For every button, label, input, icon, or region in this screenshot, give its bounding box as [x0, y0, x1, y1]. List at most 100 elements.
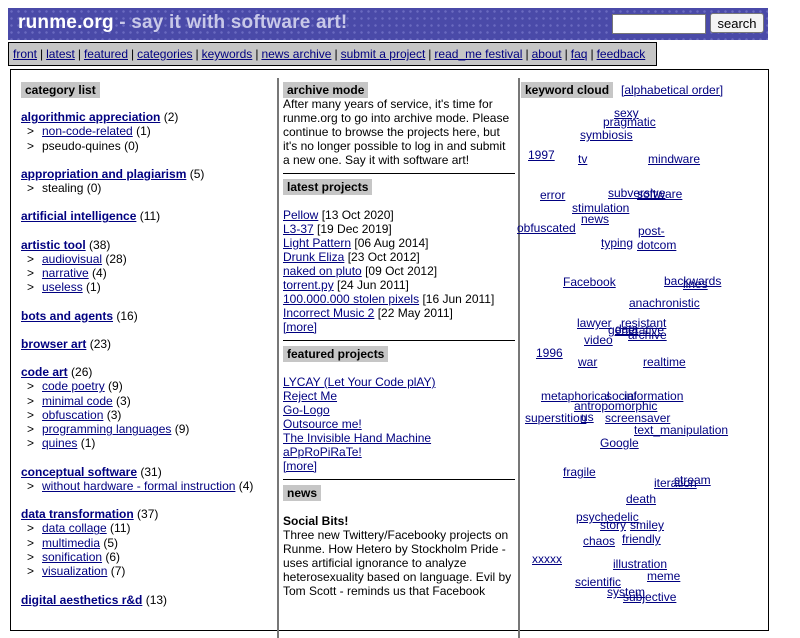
- keyword-link[interactable]: Google: [600, 436, 639, 450]
- category-item: artistic tool (38): [21, 238, 110, 252]
- featured-project-link[interactable]: aPpRoPiRaTe!: [283, 445, 362, 459]
- keyword-link[interactable]: realtime: [643, 355, 686, 369]
- news-text: Three new Twittery/Facebooky projects on…: [283, 528, 512, 598]
- keyword-link[interactable]: friendly: [622, 532, 661, 546]
- featured-project-link[interactable]: LYCAY (Let Your Code plAY): [283, 375, 436, 389]
- keyword-link[interactable]: fragile: [563, 465, 596, 479]
- featured-project-link[interactable]: Reject Me: [283, 389, 337, 403]
- subcategory-link[interactable]: data collage: [42, 521, 107, 535]
- subcategory-arrow: >: [27, 393, 35, 408]
- keyword-link[interactable]: software: [637, 187, 682, 201]
- keyword-link[interactable]: video: [584, 333, 613, 347]
- category-link[interactable]: code art: [21, 365, 68, 379]
- keyword-link[interactable]: subjective: [623, 590, 676, 604]
- alphabetical-order-link[interactable]: [alphabetical order]: [621, 83, 723, 97]
- subcategory-item: > sonification (6): [27, 550, 120, 564]
- subcategory-link[interactable]: narrative: [42, 266, 89, 280]
- site-logo[interactable]: runme.org - say it with software art!: [18, 12, 347, 34]
- subcategory-link[interactable]: without hardware - formal instruction: [42, 479, 235, 493]
- category-link[interactable]: browser art: [21, 337, 86, 351]
- nav-link-keywords[interactable]: keywords: [202, 47, 253, 61]
- category-link[interactable]: conceptual software: [21, 465, 137, 479]
- keyword-link[interactable]: generative: [608, 323, 664, 337]
- keyword-link[interactable]: mindware: [648, 152, 700, 166]
- keyword-link[interactable]: 1997: [528, 148, 555, 162]
- search-input[interactable]: [612, 14, 706, 34]
- nav-link-read-me-festival[interactable]: read_me festival: [434, 47, 522, 61]
- keyword-link[interactable]: 1996: [536, 346, 563, 360]
- keyword-link[interactable]: symbiosis: [580, 128, 633, 142]
- category-count: (26): [67, 365, 93, 379]
- nav-link-faq[interactable]: faq: [571, 47, 588, 61]
- subcategory-item: > visualization (7): [27, 564, 125, 578]
- keyword-link[interactable]: post-: [638, 224, 665, 238]
- subcategory-link[interactable]: visualization: [42, 564, 107, 578]
- subcategory-link[interactable]: audiovisual: [42, 252, 102, 266]
- category-link[interactable]: bots and agents: [21, 309, 113, 323]
- keyword-link[interactable]: superstition: [525, 411, 586, 425]
- category-link[interactable]: algorithmic appreciation: [21, 110, 160, 124]
- featured-project-link[interactable]: Outsource me!: [283, 417, 362, 431]
- nav-link-categories[interactable]: categories: [137, 47, 192, 61]
- keyword-link[interactable]: lawyer: [577, 316, 612, 330]
- keyword-link[interactable]: dotcom: [637, 238, 676, 252]
- nav-link-latest[interactable]: latest: [46, 47, 75, 61]
- keyword-link[interactable]: meme: [647, 569, 680, 583]
- keyword-link[interactable]: us: [581, 410, 594, 424]
- keyword-link[interactable]: iteration: [654, 476, 697, 490]
- subcategory-link[interactable]: multimedia: [42, 536, 100, 550]
- category-link[interactable]: data transformation: [21, 507, 134, 521]
- subcategory-link[interactable]: useless: [42, 280, 83, 294]
- subcategory-link[interactable]: minimal code: [42, 394, 113, 408]
- keyword-link[interactable]: anachronistic: [629, 296, 700, 310]
- featured-project-link[interactable]: The Invisible Hand Machine: [283, 431, 431, 445]
- search-button[interactable]: search: [710, 13, 764, 33]
- subcategory-link[interactable]: sonification: [42, 550, 102, 564]
- latest-project-link[interactable]: Pellow: [283, 208, 318, 222]
- keyword-link[interactable]: chaos: [583, 534, 615, 548]
- latest-more-link[interactable]: [more]: [283, 320, 317, 334]
- nav-link-news-archive[interactable]: news archive: [261, 47, 331, 61]
- category-link[interactable]: artificial intelligence: [21, 209, 136, 223]
- latest-project-link[interactable]: Light Pattern: [283, 236, 351, 250]
- keyword-link[interactable]: xxxxx: [532, 552, 562, 566]
- nav-link-front[interactable]: front: [13, 47, 37, 61]
- category-link[interactable]: artistic tool: [21, 238, 86, 252]
- keyword-link[interactable]: tv: [578, 152, 587, 166]
- keyword-link[interactable]: lines: [683, 277, 708, 291]
- nav-link-featured[interactable]: featured: [84, 47, 128, 61]
- latest-project-link[interactable]: naked on pluto: [283, 264, 362, 278]
- keyword-link[interactable]: error: [540, 188, 565, 202]
- subcategory-link[interactable]: programming languages: [42, 422, 171, 436]
- keyword-link[interactable]: smiley: [630, 518, 664, 532]
- keyword-link[interactable]: story: [600, 518, 626, 532]
- latest-project-link[interactable]: torrent.py: [283, 278, 334, 292]
- keyword-link[interactable]: typing: [601, 236, 633, 250]
- subcategory-link[interactable]: obfuscation: [42, 408, 103, 422]
- featured-more-link[interactable]: [more]: [283, 459, 317, 473]
- featured-project-link[interactable]: Go-Logo: [283, 403, 330, 417]
- latest-project-link[interactable]: L3-37: [283, 222, 314, 236]
- subcategory-link[interactable]: code poetry: [42, 379, 105, 393]
- keyword-link[interactable]: text_manipulation: [634, 423, 728, 437]
- nav-link-submit-a-project[interactable]: submit a project: [341, 47, 426, 61]
- latest-project-link[interactable]: 100.000.000 stolen pixels: [283, 292, 419, 306]
- keyword-link[interactable]: obfuscated: [517, 221, 576, 235]
- subcategory-item: > without hardware - formal instruction (…: [27, 479, 253, 493]
- nav-link-feedback[interactable]: feedback: [597, 47, 646, 61]
- latest-project-item: L3-37 [19 Dec 2019]: [283, 222, 392, 236]
- category-count: (2): [160, 110, 179, 124]
- keyword-link[interactable]: pragmatic: [603, 115, 656, 129]
- nav-separator: |: [131, 47, 135, 61]
- latest-project-date: [19 Dec 2019]: [313, 222, 392, 236]
- keyword-link[interactable]: news: [581, 212, 609, 226]
- category-link[interactable]: appropriation and plagiarism: [21, 167, 186, 181]
- latest-project-link[interactable]: Drunk Eliza: [283, 250, 344, 264]
- subcategory-link[interactable]: quines: [42, 436, 77, 450]
- keyword-link[interactable]: Facebook: [563, 275, 616, 289]
- subcategory-link[interactable]: non-code-related: [42, 124, 133, 138]
- latest-project-link[interactable]: Incorrect Music 2: [283, 306, 374, 320]
- keyword-link[interactable]: death: [626, 492, 656, 506]
- nav-link-about[interactable]: about: [532, 47, 562, 61]
- keyword-link[interactable]: war: [578, 355, 597, 369]
